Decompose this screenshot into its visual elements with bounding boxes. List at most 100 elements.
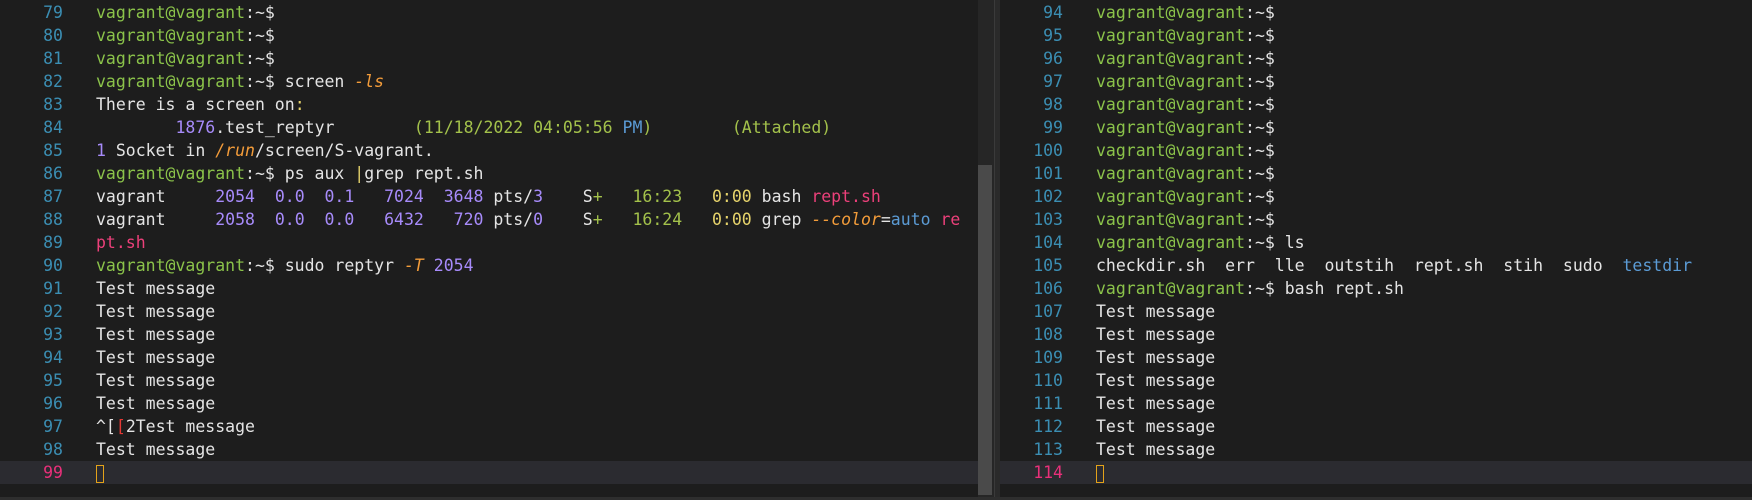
text-segment: Test message (1096, 325, 1216, 344)
line-text: vagrant@vagrant:~$ (96, 1, 275, 24)
terminal-line: 110 Test message (1000, 369, 1752, 392)
text-segment: :~$ (245, 3, 275, 22)
text-segment: :~$ bash rept.sh (1245, 279, 1404, 298)
text-segment (96, 118, 175, 137)
text-segment: vagrant@vagrant (1096, 3, 1246, 22)
line-number: 86 (43, 164, 63, 183)
text-segment: 1 (96, 141, 106, 160)
line-text: vagrant@vagrant:~$ (96, 24, 275, 47)
text-segment: vagrant@vagrant (1096, 279, 1246, 298)
text-segment: ^[ (96, 417, 116, 436)
terminal-line: 80 vagrant@vagrant:~$ (0, 24, 994, 47)
text-segment: vagrant@vagrant (96, 72, 246, 91)
line-text: checkdir.sh err lle outstih rept.sh stih… (1096, 254, 1692, 277)
text-segment: :~$ (245, 26, 275, 45)
text-segment: vagrant@vagrant (1096, 164, 1246, 183)
terminal-line: 94 Test message (0, 346, 994, 369)
scrollbar[interactable] (978, 0, 994, 500)
text-segment: vagrant@vagrant (1096, 141, 1246, 160)
terminal-pane-left[interactable]: 79 vagrant@vagrant:~$ 80 vagrant@vagrant:~$… (0, 0, 994, 500)
line-number: 97 (43, 417, 63, 436)
line-text: vagrant@vagrant:~$ (1096, 208, 1275, 231)
text-segment: 0 (533, 210, 544, 229)
terminal-line: 98 vagrant@vagrant:~$ (1000, 93, 1752, 116)
line-number: 99 (1043, 118, 1063, 137)
terminal-line: 109 Test message (1000, 346, 1752, 369)
text-segment: :~$ (1245, 141, 1275, 160)
scrollbar-thumb[interactable] (978, 165, 992, 495)
text-segment: vagrant@vagrant (1096, 210, 1246, 229)
line-text: Test message (96, 438, 215, 461)
text-segment: Test message (96, 394, 216, 413)
terminal-line: 90 vagrant@vagrant:~$ sudo reptyr -T 2054 (0, 254, 994, 277)
text-segment: Test message (1096, 417, 1216, 436)
text-segment: checkdir.sh err lle outstih rept.sh stih… (1096, 256, 1623, 275)
line-number: 90 (43, 256, 63, 275)
text-segment: Test message (1096, 302, 1216, 321)
terminal-line: 86 vagrant@vagrant:~$ ps aux |grep rept.s… (0, 162, 994, 185)
line-text: vagrant@vagrant:~$ (1096, 70, 1275, 93)
text-segment: vagrant@vagrant (1096, 118, 1246, 137)
text-segment (682, 210, 712, 229)
text-segment: S (543, 187, 593, 206)
terminal-line: 87 vagrant 2054 0.0 0.1 7024 3648 pts/3 S… (0, 185, 994, 208)
text-segment: :~$ (1245, 164, 1275, 183)
line-text: Test message (96, 346, 215, 369)
line-number: 96 (1043, 49, 1063, 68)
line-number: 99 (43, 463, 63, 482)
terminal-line: 79 vagrant@vagrant:~$ (0, 1, 994, 24)
line-text: vagrant@vagrant:~$ (1096, 1, 1275, 24)
text-segment (603, 210, 633, 229)
text-segment: Test message (96, 348, 216, 367)
line-text: vagrant@vagrant:~$ ps aux |grep rept.sh (96, 162, 483, 185)
terminal-pane-right[interactable]: 94 vagrant@vagrant:~$ 95 vagrant@vagrant:~$… (1000, 0, 1752, 500)
text-segment: auto (890, 210, 931, 229)
text-segment (424, 256, 434, 275)
text-segment: :~$ sudo reptyr (245, 256, 404, 275)
text-segment: Test message (96, 371, 216, 390)
line-text: vagrant@vagrant:~$ screen -ls (96, 70, 384, 93)
text-segment: 2054 (433, 256, 474, 275)
text-segment: = (880, 210, 891, 229)
terminal-line: 113 Test message (1000, 438, 1752, 461)
text-segment (603, 187, 633, 206)
line-number: 104 (1033, 233, 1063, 252)
terminal-line: 103 vagrant@vagrant:~$ (1000, 208, 1752, 231)
terminal-line: 98 Test message (0, 438, 994, 461)
text-segment: re (940, 210, 961, 229)
line-text: Test message (1096, 346, 1215, 369)
text-segment: vagrant@vagrant (1096, 95, 1246, 114)
line-text: Test message (96, 323, 215, 346)
text-segment: : (294, 95, 305, 114)
line-text: vagrant 2058 0.0 0.0 6432 720 pts/0 S+ 1… (96, 208, 960, 231)
line-number: 109 (1033, 348, 1063, 367)
text-segment: 0:00 (711, 187, 752, 206)
text-segment: pts/ (483, 187, 534, 206)
terminal-line: 83 There is a screen on: (0, 93, 994, 116)
text-segment: :~$ ls (1245, 233, 1305, 252)
text-segment: vagrant@vagrant (96, 256, 246, 275)
text-segment: 2054 0.0 0.1 7024 3648 (215, 187, 484, 206)
line-number: 103 (1033, 210, 1063, 229)
text-segment (931, 210, 941, 229)
line-number: 82 (43, 72, 63, 91)
terminal-line: 104 vagrant@vagrant:~$ ls (1000, 231, 1752, 254)
line-text: vagrant@vagrant:~$ (1096, 116, 1275, 139)
line-number: 84 (43, 118, 63, 137)
text-segment: 2058 0.0 0.0 6432 720 (215, 210, 484, 229)
text-segment: :~$ ps aux (245, 164, 355, 183)
line-number: 110 (1033, 371, 1063, 390)
text-segment: 16:23 (632, 187, 683, 206)
text-segment: Test message (1096, 348, 1216, 367)
terminal-line: 106 vagrant@vagrant:~$ bash rept.sh (1000, 277, 1752, 300)
terminal-line: 100 vagrant@vagrant:~$ (1000, 139, 1752, 162)
text-segment (652, 118, 731, 137)
line-text: There is a screen on: (96, 93, 305, 116)
line-number: 107 (1033, 302, 1063, 321)
text-segment: bash (751, 187, 812, 206)
text-segment: 1876 (175, 118, 216, 137)
text-segment: [ (115, 417, 126, 436)
text-segment: vagrant@vagrant (1096, 49, 1246, 68)
text-segment: pts/ (483, 210, 534, 229)
line-text: 1876.test_reptyr (11/18/2022 04:05:56 PM… (96, 116, 831, 139)
